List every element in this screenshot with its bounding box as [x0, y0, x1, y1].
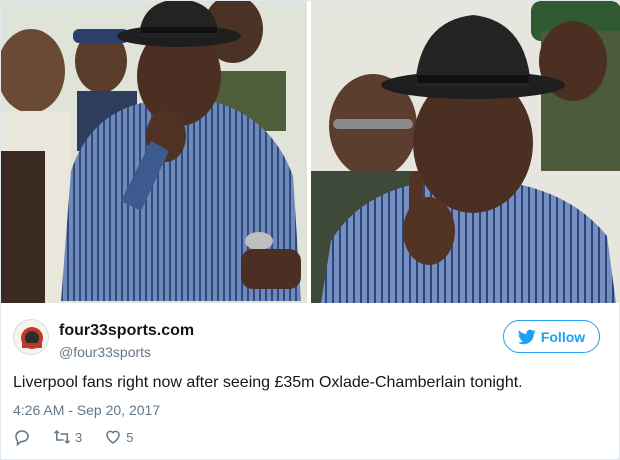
twitter-bird-icon	[517, 329, 536, 344]
tweet-timestamp[interactable]: 4:26 AM - Sep 20, 2017	[13, 402, 160, 418]
photo-right-illustration	[311, 1, 620, 303]
tweet-text: Liverpool fans right now after seeing £3…	[13, 374, 523, 391]
follow-label: Follow	[540, 328, 586, 345]
heart-icon	[106, 430, 120, 444]
retweet-count: 3	[75, 429, 83, 445]
reply-button[interactable]	[13, 428, 31, 446]
like-count: 5	[126, 429, 134, 445]
follow-button[interactable]: Follow	[503, 320, 600, 353]
user-handle[interactable]: @four33sports	[59, 344, 151, 360]
like-button[interactable]: 5	[104, 428, 133, 446]
four33sports-logo-icon	[15, 321, 48, 354]
tweet-media[interactable]	[1, 1, 620, 303]
tweet-card: four33sports.com @four33sports Follow Li…	[0, 0, 620, 460]
photo-left-illustration	[1, 1, 307, 303]
retweet-icon	[53, 429, 71, 445]
display-name[interactable]: four33sports.com	[59, 322, 194, 340]
avatar[interactable]	[13, 319, 49, 355]
photo-right[interactable]	[311, 1, 620, 303]
tweet-actions: 3 5	[13, 427, 155, 447]
reply-icon	[15, 430, 29, 446]
retweet-button[interactable]: 3	[53, 428, 82, 446]
photo-left[interactable]	[1, 1, 307, 303]
